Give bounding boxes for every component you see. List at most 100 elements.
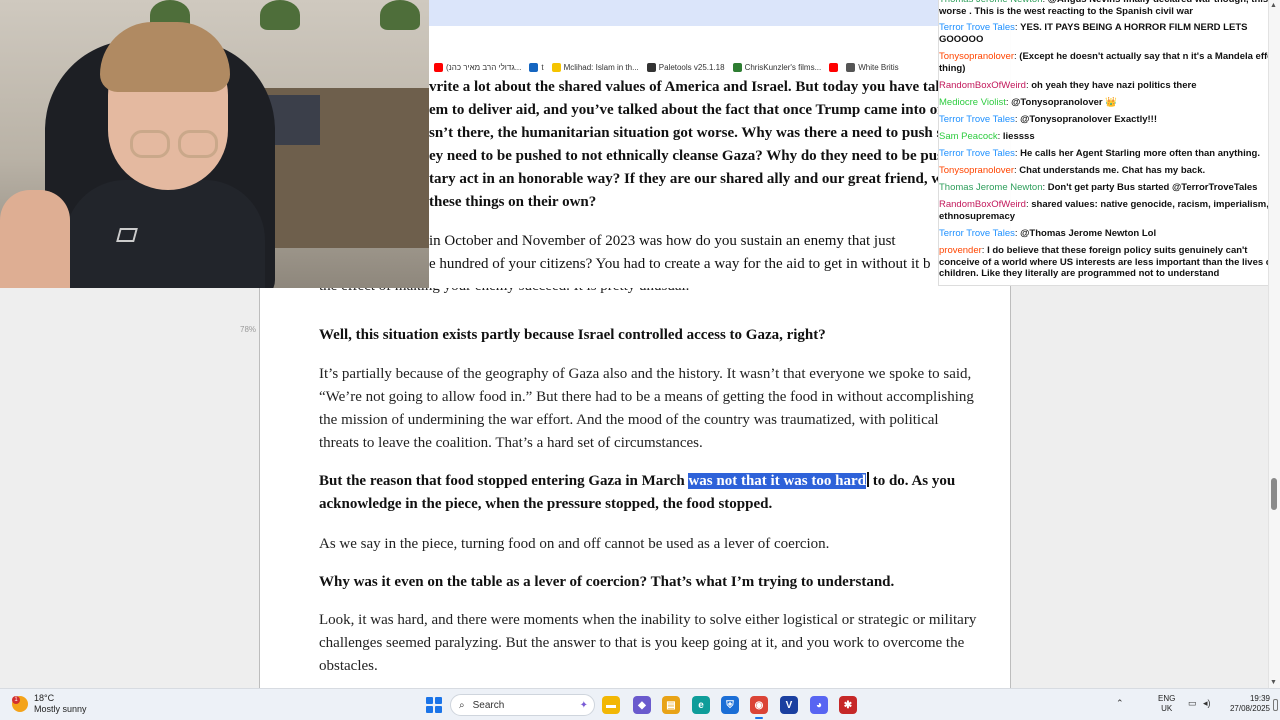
- article-top-line: tary act in an honorable way? If they ar…: [429, 171, 939, 187]
- scroll-up-icon[interactable]: ▲: [1270, 2, 1277, 9]
- article-top-line: em to deliver aid, and you’ve talked abo…: [429, 102, 939, 118]
- chat-message: RandomBoxOfWeird: oh yeah they have nazi…: [939, 80, 1280, 92]
- chat-message: provender: I do believe that these forei…: [939, 245, 1280, 280]
- webcam-plant: [260, 0, 300, 30]
- scrollbar-thumb[interactable]: [1271, 478, 1277, 510]
- bookmark-item[interactable]: Paletools v25.1.18: [646, 62, 725, 72]
- chat-message: Thomas Jerome Newton: @Angus Nevins fina…: [939, 0, 1280, 17]
- taskbar-search[interactable]: ⌕ Search ✦: [450, 694, 595, 716]
- bookmark-icon: [434, 62, 443, 72]
- volume-icon[interactable]: ◂): [1203, 698, 1211, 709]
- chat-text: liessss: [1002, 131, 1035, 142]
- chat-message: Terror Trove Tales: @Thomas Jerome Newto…: [939, 228, 1280, 240]
- webcam-person-hair: [100, 22, 230, 92]
- taskbar-v-app-icon[interactable]: V: [780, 696, 798, 714]
- taskbar-chrome-icon[interactable]: ◉: [750, 696, 768, 719]
- chat-username[interactable]: Thomas Jerome Newton: [939, 0, 1042, 5]
- chat-username[interactable]: Mediocre Violist: [939, 97, 1006, 108]
- taskbar-defender-icon[interactable]: ⛨: [721, 696, 739, 714]
- taskbar-app-red-icon[interactable]: ✱: [839, 696, 857, 714]
- taskbar: 1 18°C Mostly sunny ⌕ Search ✦ ▬ ◆ ▤ e ⛨ ◉ V ◕ ✱…: [0, 688, 1280, 720]
- chevron-up-icon[interactable]: ⌃: [1116, 698, 1124, 709]
- sun-icon: 1: [12, 696, 28, 712]
- bookmark-icon: [732, 62, 742, 72]
- search-icon: ⌕: [459, 699, 465, 711]
- webcam-overlay: [0, 0, 429, 288]
- chat-username[interactable]: Terror Trove Tales: [939, 114, 1015, 125]
- chat-username[interactable]: Tonysopranolover: [939, 51, 1014, 62]
- browser-tab-strip: [429, 0, 939, 26]
- search-label: Search: [472, 699, 505, 711]
- bookmark-item[interactable]: [829, 62, 839, 72]
- scrollbar-track[interactable]: [1268, 0, 1280, 688]
- webcam-plant: [380, 0, 420, 30]
- bookmark-item[interactable]: ChrisKunzler's films...: [732, 62, 822, 72]
- chat-message: Mediocre Violist: @Tonysopranolover 👑: [939, 97, 1280, 109]
- chat-message: Sam Peacock: liessss: [939, 131, 1280, 143]
- webcam-glasses: [178, 130, 218, 158]
- answer-2[interactable]: As we say in the piece, turning food on …: [319, 533, 979, 556]
- article-top-line: vrite a lot about the shared values of A…: [429, 79, 939, 95]
- bookmarks-bar: (גדולי הרב מאיר כהנ... t Mclihad: Islam in…: [429, 58, 939, 76]
- weather-badge: 1: [12, 696, 20, 704]
- scroll-down-icon[interactable]: ▼: [1270, 679, 1277, 686]
- webcam-person-hand: [0, 190, 70, 288]
- webcam-shirt-logo: [116, 228, 138, 242]
- chat-message: Terror Trove Tales: YES. IT PAYS BEING A…: [939, 22, 1280, 45]
- chat-username[interactable]: Thomas Jerome Newton: [939, 182, 1042, 193]
- weather-widget[interactable]: 1 18°C Mostly sunny: [12, 693, 87, 715]
- chat-message: Tonysopranolover: (Except he doesn't act…: [939, 51, 1280, 74]
- taskbar-explorer-icon[interactable]: ▬: [602, 696, 620, 714]
- zoom-tag: 78%: [240, 325, 257, 334]
- question-1[interactable]: Well, this situation exists partly becau…: [319, 324, 979, 347]
- question-2[interactable]: But the reason that food stopped enterin…: [319, 470, 979, 516]
- browser-toolbar: [429, 26, 939, 58]
- bookmark-label: ChrisKunzler's films...: [744, 62, 822, 72]
- chat-text: oh yeah they have nazi politics there: [1031, 80, 1197, 91]
- notification-icon[interactable]: [1273, 699, 1278, 711]
- taskbar-edge-icon[interactable]: e: [692, 696, 710, 714]
- clock-time: 19:39: [1249, 694, 1270, 703]
- live-chat-overlay: Thomas Jerome Newton: @Angus Nevins fina…: [938, 0, 1280, 286]
- answer-1[interactable]: It’s partially because of the geography …: [319, 363, 979, 455]
- article-top-line: sn’t there, the humanitarian situation g…: [429, 125, 939, 141]
- chat-username[interactable]: provender: [939, 245, 982, 256]
- webcam-glasses: [130, 130, 170, 158]
- chat-username[interactable]: Terror Trove Tales: [939, 228, 1015, 239]
- chat-message: RandomBoxOfWeird: shared values: native …: [939, 199, 1280, 222]
- screen: the effect of making your enemy succeed.…: [0, 0, 1280, 720]
- chat-text: Don't get party Bus started @TerrorTrove…: [1047, 182, 1258, 193]
- taskbar-files-icon[interactable]: ▤: [662, 696, 680, 714]
- bookmark-icon: [829, 62, 839, 72]
- bookmark-item[interactable]: t: [529, 62, 544, 72]
- network-icon[interactable]: ▭: [1188, 698, 1197, 709]
- article-top-line: ey need to be pushed to not ethnically c…: [429, 148, 939, 164]
- windows-start-icon[interactable]: [426, 697, 442, 713]
- chat-username[interactable]: Terror Trove Tales: [939, 148, 1015, 159]
- article-top-line: in October and November of 2023 was how …: [429, 233, 896, 249]
- language-indicator[interactable]: ENG UK: [1158, 694, 1175, 714]
- clock[interactable]: 19:39 27/08/2025: [1222, 694, 1270, 714]
- bookmark-item[interactable]: (גדולי הרב מאיר כהנ...: [434, 62, 521, 72]
- chat-message: Terror Trove Tales: He calls her Agent S…: [939, 148, 1280, 160]
- search-highlight-icon: ✦: [579, 699, 588, 711]
- bookmark-icon: [846, 62, 856, 72]
- question-3[interactable]: Why was it even on the table as a lever …: [319, 571, 979, 594]
- chat-username[interactable]: RandomBoxOfWeird: [939, 199, 1026, 210]
- chat-username[interactable]: Sam Peacock: [939, 131, 998, 142]
- answer-3[interactable]: Look, it was hard, and there were moment…: [319, 609, 979, 678]
- chat-username[interactable]: Terror Trove Tales: [939, 22, 1015, 33]
- taskbar-copilot-icon[interactable]: ◆: [633, 696, 651, 714]
- chat-username[interactable]: Tonysopranolover: [939, 165, 1014, 176]
- chat-text: Chat understands me. Chat has my back.: [1019, 165, 1206, 176]
- bookmark-item[interactable]: Mclihad: Islam in th...: [551, 62, 639, 72]
- chat-text: @Tonysopranolover Exactly!!!: [1020, 114, 1157, 125]
- taskbar-discord-icon[interactable]: ◕: [810, 696, 828, 714]
- chat-text: @Tonysopranolover 👑: [1011, 97, 1118, 108]
- chat-username[interactable]: RandomBoxOfWeird: [939, 80, 1026, 91]
- bookmark-item[interactable]: White Britis: [846, 62, 899, 72]
- webcam-person-body: [65, 180, 265, 288]
- chat-text: I do believe that these foreign policy s…: [939, 245, 1275, 279]
- selected-text[interactable]: was not that it was too hard: [688, 473, 866, 489]
- chat-message: Tonysopranolover: Chat understands me. C…: [939, 165, 1280, 177]
